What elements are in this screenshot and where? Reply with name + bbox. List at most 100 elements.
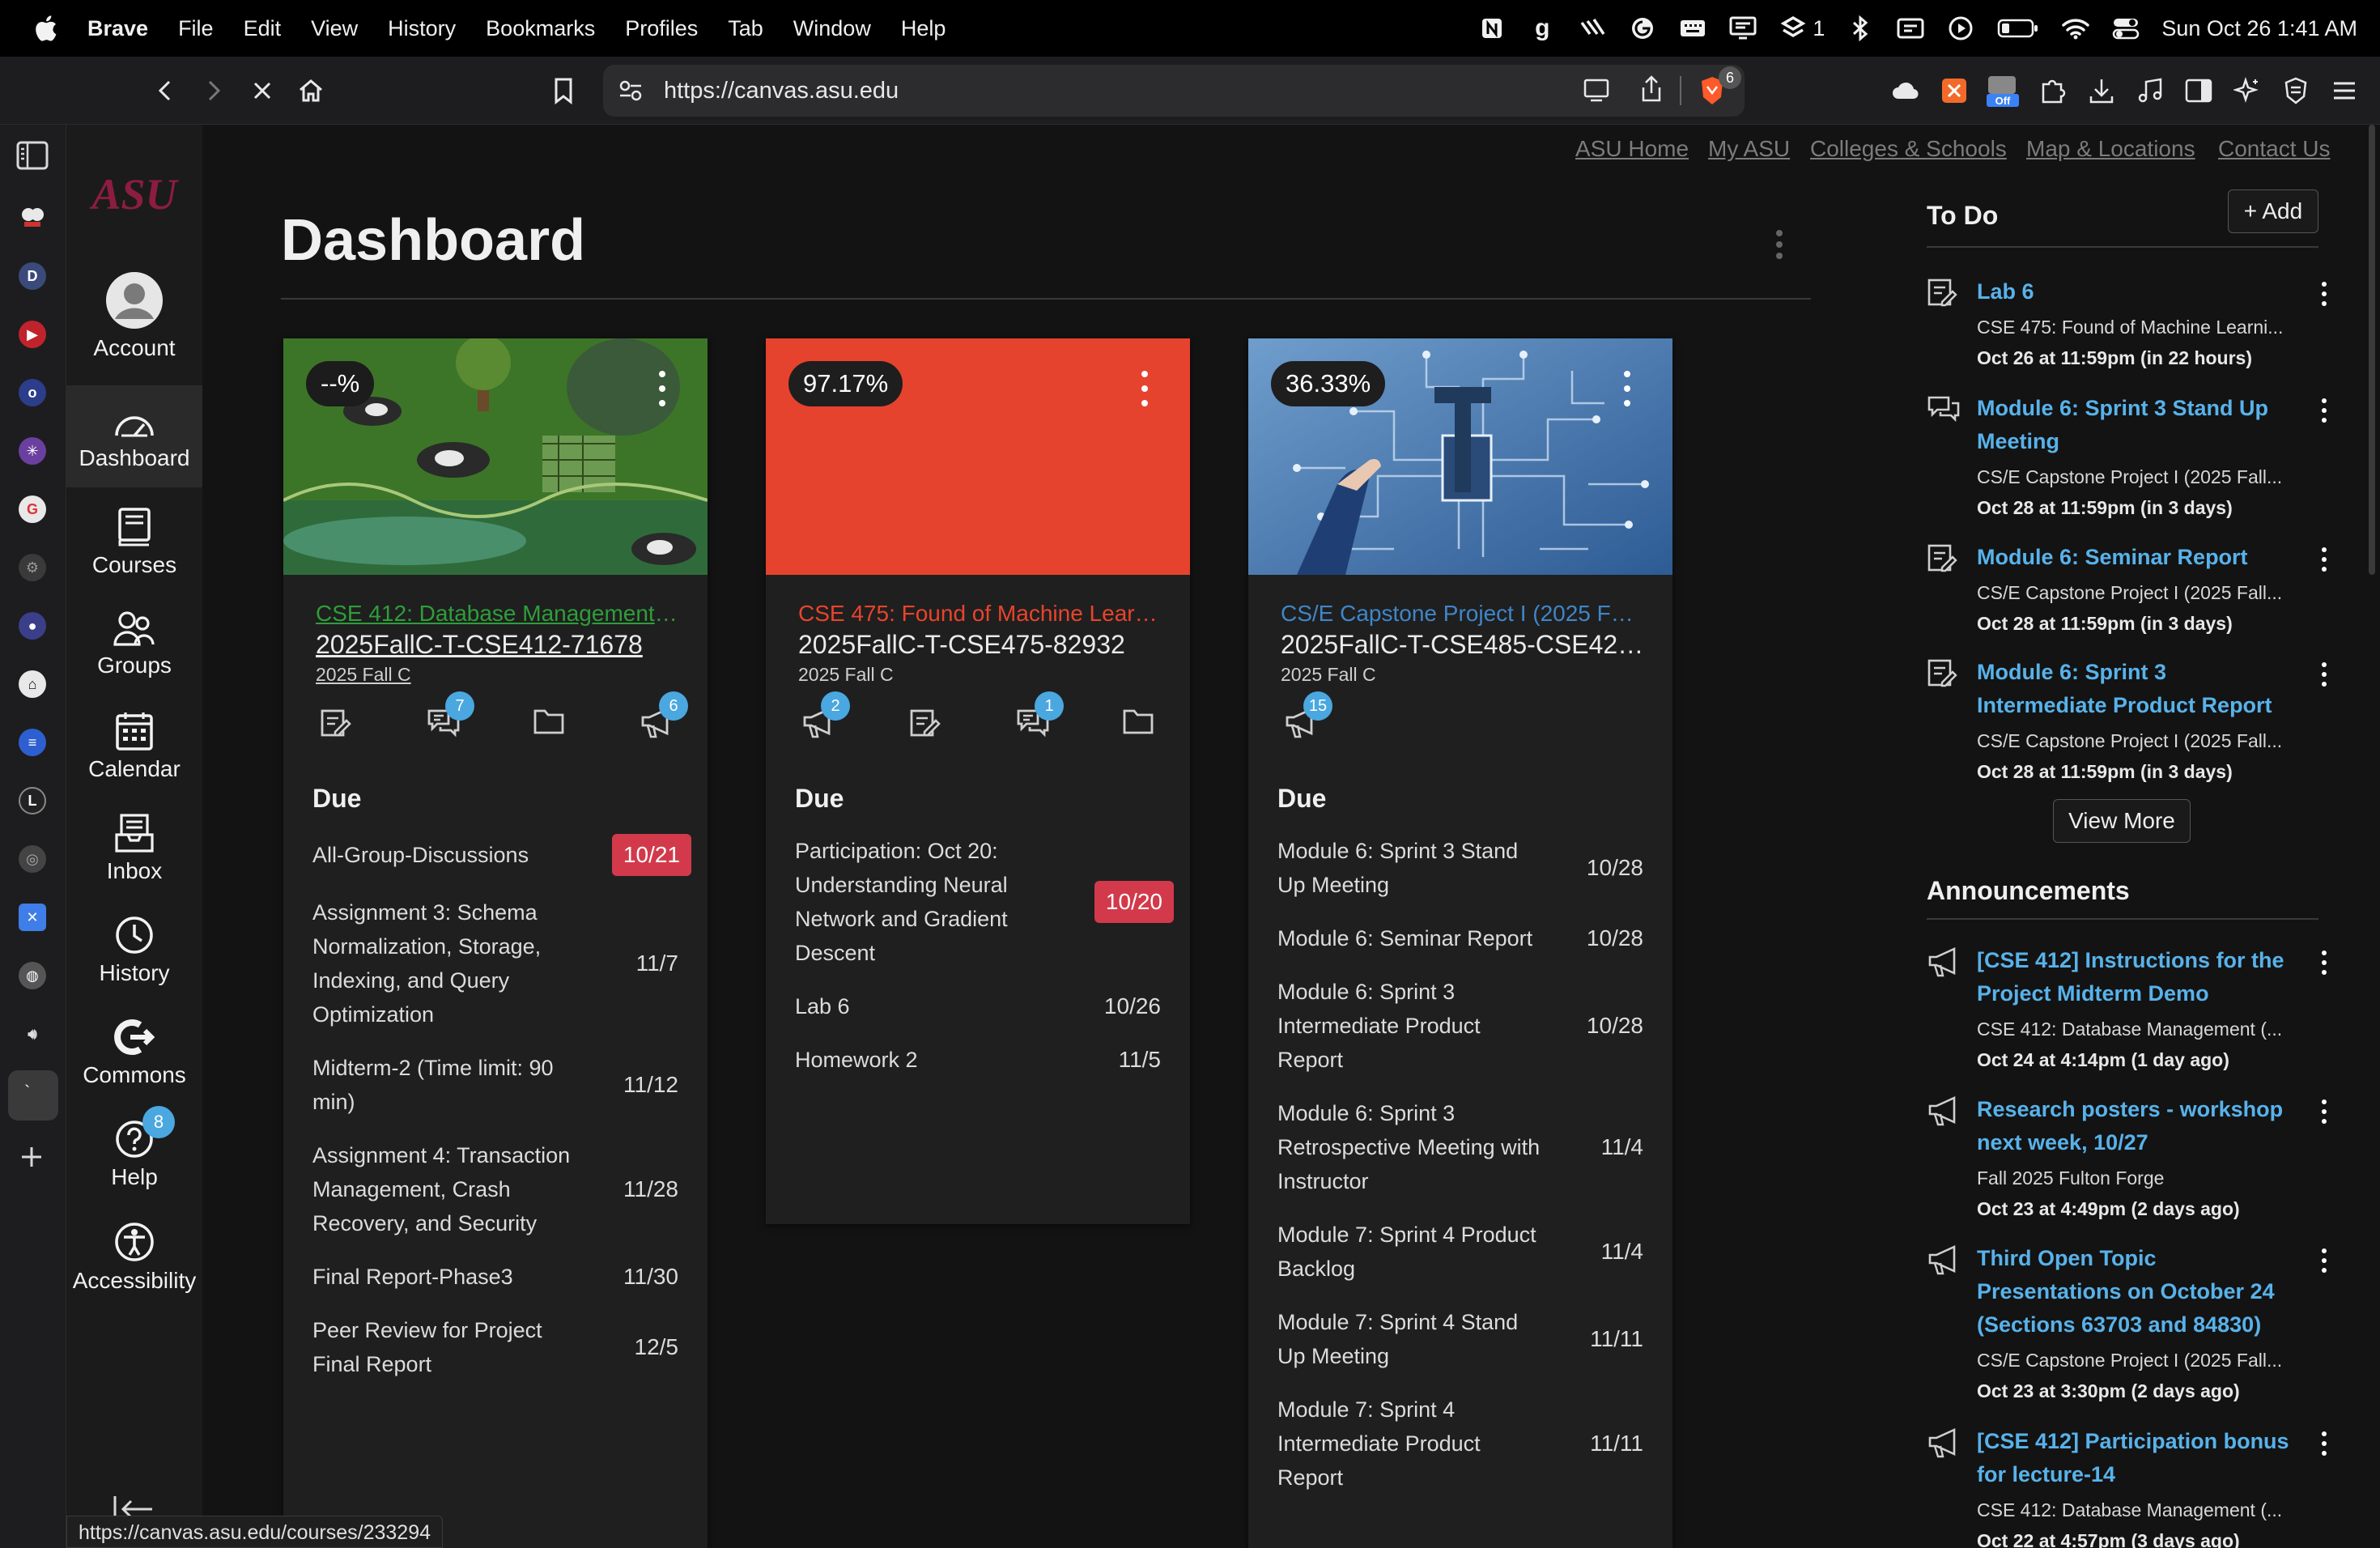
announcement-options-icon[interactable] xyxy=(2320,1431,2328,1456)
due-item[interactable]: Assignment 3: Schema Normalization, Stor… xyxy=(312,886,691,1041)
nav-groups[interactable]: Groups xyxy=(66,591,202,693)
hamburger-menu-icon[interactable] xyxy=(2325,71,2364,110)
due-item[interactable]: Assignment 4: Transaction Management, Cr… xyxy=(312,1129,691,1250)
due-item-name[interactable]: Final Report-Phase3 xyxy=(312,1260,580,1294)
discussions-icon[interactable]: 7 xyxy=(426,691,474,742)
course-code-link[interactable]: 2025FallC-T-CSE412-71678 xyxy=(316,630,688,660)
nav-courses[interactable]: Courses xyxy=(66,489,202,591)
course-title-link[interactable]: CSE 475: Found of Machine Learn... xyxy=(798,601,1162,627)
asu-logo[interactable]: ASU xyxy=(84,170,185,219)
nav-inbox[interactable]: Inbox xyxy=(66,795,202,897)
due-item[interactable]: Module 6: Sprint 3 Stand Up Meeting 10/28 xyxy=(1277,824,1656,912)
forward-icon[interactable] xyxy=(194,71,233,110)
due-item-name[interactable]: Module 6: Sprint 3 Intermediate Product … xyxy=(1277,975,1545,1077)
battery-icon[interactable] xyxy=(1996,14,2040,43)
link-asu-home[interactable]: ASU Home xyxy=(1575,136,1689,162)
keyboard-icon[interactable] xyxy=(1678,14,1707,43)
announcement-options-icon[interactable] xyxy=(2320,1248,2328,1273)
todo-item-options-icon[interactable] xyxy=(2320,282,2328,306)
brave-wallet-shield-icon[interactable] xyxy=(2276,71,2315,110)
nav-history[interactable]: History xyxy=(66,897,202,999)
menu-profiles[interactable]: Profiles xyxy=(625,16,698,41)
tab-favicon-star-icon[interactable]: ✳ xyxy=(19,437,46,465)
wifi-icon[interactable] xyxy=(2061,14,2090,43)
dropbox-sync-icon[interactable] xyxy=(1779,14,1808,43)
due-item-name[interactable]: Module 7: Sprint 4 Product Backlog xyxy=(1277,1218,1545,1286)
files-icon[interactable] xyxy=(1122,706,1158,742)
menu-edit[interactable]: Edit xyxy=(244,16,282,41)
orange-extension-icon[interactable] xyxy=(1935,71,1974,110)
control-center-icon[interactable] xyxy=(2111,14,2140,43)
url-text[interactable]: https://canvas.asu.edu xyxy=(664,78,899,104)
due-item[interactable]: Participation: Oct 20: Understanding Neu… xyxy=(795,824,1174,980)
announcements-icon[interactable]: 6 xyxy=(640,691,688,742)
menu-view[interactable]: View xyxy=(311,16,358,41)
card-options-icon[interactable] xyxy=(1140,371,1150,406)
menu-window[interactable]: Window xyxy=(793,16,871,41)
todo-item-title[interactable]: Lab 6 xyxy=(1977,275,2301,308)
assignments-icon[interactable] xyxy=(908,706,944,742)
bluetooth-icon[interactable] xyxy=(1846,14,1875,43)
due-item[interactable]: Homework 2 11/5 xyxy=(795,1033,1174,1087)
tab-favicon-google-icon[interactable]: G xyxy=(19,495,46,523)
bookmark-icon[interactable] xyxy=(544,71,583,110)
nav-commons[interactable]: Commons xyxy=(66,999,202,1101)
tab-favicon-d-icon[interactable]: D xyxy=(19,262,46,290)
todo-item-options-icon[interactable] xyxy=(2320,662,2328,687)
due-item-name[interactable]: Homework 2 xyxy=(795,1043,1062,1077)
due-item-name[interactable]: All-Group-Discussions xyxy=(312,838,580,872)
due-item-name[interactable]: Module 7: Sprint 4 Intermediate Product … xyxy=(1277,1393,1545,1495)
tab-favicon-speaker-icon[interactable]: 🔊︎ xyxy=(19,1020,46,1048)
tab-favicon-gear-icon[interactable]: ⚙ xyxy=(19,554,46,581)
stop-loading-icon[interactable] xyxy=(243,71,282,110)
home-icon[interactable] xyxy=(291,71,330,110)
apple-menu-icon[interactable] xyxy=(29,12,62,45)
extensions-puzzle-icon[interactable] xyxy=(2034,71,2072,110)
leo-ai-icon[interactable] xyxy=(2228,71,2267,110)
due-item[interactable]: Peer Review for Project Final Report 12/5 xyxy=(312,1303,691,1391)
nav-accessibility[interactable]: Accessibility xyxy=(66,1203,202,1305)
tab-favicon-youtube-icon[interactable]: ▶ xyxy=(19,321,46,348)
site-settings-icon[interactable] xyxy=(618,78,644,108)
announcement-options-icon[interactable] xyxy=(2320,950,2328,975)
nav-help[interactable]: 8 Help xyxy=(66,1101,202,1203)
due-item[interactable]: Module 6: Sprint 3 Retrospective Meeting… xyxy=(1277,1087,1656,1208)
card-options-icon[interactable] xyxy=(657,371,667,406)
share-icon[interactable] xyxy=(1639,74,1664,108)
menu-help[interactable]: Help xyxy=(901,16,946,41)
notion-icon[interactable] xyxy=(1477,14,1507,43)
tab-favicon-globe-gear-icon[interactable]: ◎ xyxy=(19,845,46,873)
nav-calendar[interactable]: Calendar xyxy=(66,693,202,795)
view-more-button[interactable]: View More xyxy=(2053,799,2191,843)
tab-favicon-circle-icon[interactable]: ● xyxy=(19,612,46,640)
play-icon[interactable] xyxy=(1946,14,1975,43)
tab-sidebar-toggle-icon[interactable] xyxy=(16,141,49,174)
discussions-icon[interactable]: 1 xyxy=(1015,691,1064,742)
course-card-image[interactable]: 97.17% xyxy=(766,338,1190,575)
due-item-name[interactable]: Midterm-2 (Time limit: 90 min) xyxy=(312,1051,580,1119)
media-controls-icon[interactable] xyxy=(2131,71,2170,110)
assignments-icon[interactable] xyxy=(319,706,355,742)
menu-file[interactable]: File xyxy=(178,16,214,41)
sidebar-toggle-icon[interactable] xyxy=(2179,71,2218,110)
todo-item-title[interactable]: Module 6: Sprint 3 Stand Up Meeting xyxy=(1977,392,2301,458)
sidebar-scrollbar[interactable] xyxy=(2369,125,2375,575)
due-item[interactable]: Module 6: Seminar Report 10/28 xyxy=(1277,912,1656,965)
vpn-extension-icon[interactable]: Off xyxy=(1983,71,2022,110)
due-item-name[interactable]: Module 6: Sprint 3 Retrospective Meeting… xyxy=(1277,1096,1545,1198)
grammarly-icon[interactable]: g xyxy=(1528,14,1557,43)
add-todo-button[interactable]: + Add xyxy=(2228,189,2318,233)
announcement-title[interactable]: [CSE 412] Participation bonus for lectur… xyxy=(1977,1425,2301,1491)
tab-favicon-github-icon[interactable]: ⌂ xyxy=(19,670,46,698)
tab-favicon-chatgpt-icon[interactable] xyxy=(19,202,46,230)
tab-active-canvas[interactable]: ` xyxy=(8,1070,58,1121)
google-drive-icon[interactable] xyxy=(1628,14,1657,43)
tab-favicon-x-icon[interactable]: ✕ xyxy=(19,904,46,931)
downloads-icon[interactable] xyxy=(2082,71,2121,110)
due-item[interactable]: Module 7: Sprint 4 Stand Up Meeting 11/11 xyxy=(1277,1295,1656,1383)
due-item-name[interactable]: Participation: Oct 20: Understanding Neu… xyxy=(795,834,1062,970)
announcement-title[interactable]: Research posters - workshop next week, 1… xyxy=(1977,1093,2301,1159)
todo-item-options-icon[interactable] xyxy=(2320,547,2328,572)
screen-monitor-icon[interactable] xyxy=(1728,14,1757,43)
due-item-name[interactable]: Module 7: Sprint 4 Stand Up Meeting xyxy=(1277,1305,1545,1373)
